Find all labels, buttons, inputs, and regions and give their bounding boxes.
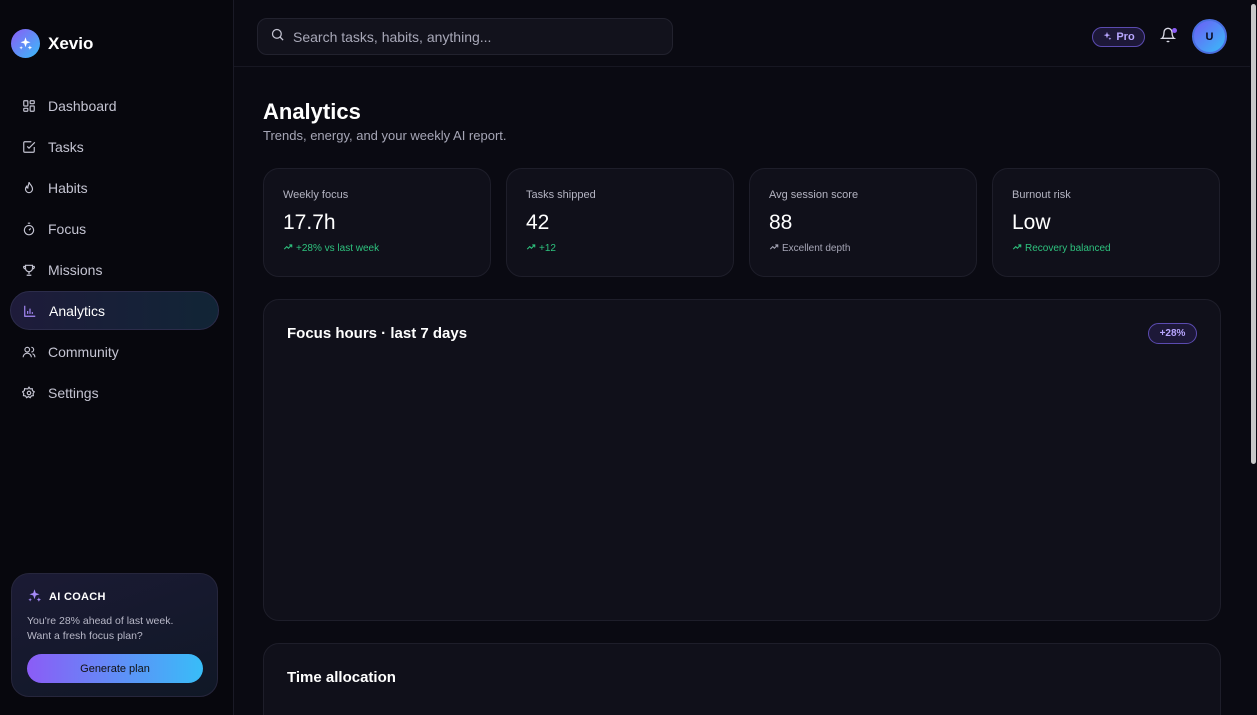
ai-coach-title: AI COACH	[49, 591, 106, 603]
stat-card-weekly-focus: Weekly focus 17.7h +28% vs last week	[263, 168, 491, 277]
flame-icon	[22, 181, 36, 195]
stat-label: Tasks shipped	[526, 189, 596, 201]
stat-card-burnout-risk: Burnout risk Low Recovery balanced	[992, 168, 1220, 277]
sidebar-item-analytics[interactable]: Analytics	[10, 291, 219, 330]
stat-card-avg-session-score: Avg session score 88 Excellent depth	[749, 168, 977, 277]
focus-hours-panel: Focus hours · last 7 days +28%	[263, 299, 1221, 621]
ai-coach-message: You're 28% ahead of last week. Want a fr…	[27, 615, 174, 642]
sidebar-nav: Dashboard Tasks Habits Focus Missions An…	[10, 86, 219, 414]
stat-delta: Excellent depth	[769, 242, 957, 255]
timer-icon	[22, 222, 36, 236]
sidebar-item-habits[interactable]: Habits	[10, 168, 219, 207]
stat-value: 17.7h	[283, 211, 336, 234]
trend-up-icon	[769, 242, 779, 255]
stat-delta-text: +28% vs last week	[296, 243, 380, 254]
stat-value: 88	[769, 211, 793, 234]
time-allocation-panel: Time allocation	[263, 643, 1221, 715]
stat-delta: +28% vs last week	[283, 242, 471, 255]
topbar: Pro U	[234, 7, 1250, 67]
gear-icon	[22, 385, 36, 400]
ai-coach-header: AI COACH	[27, 588, 202, 606]
search-bar[interactable]	[257, 18, 673, 55]
trend-up-icon	[283, 242, 293, 255]
trophy-icon	[22, 263, 36, 277]
pro-label: Pro	[1116, 31, 1135, 43]
sidebar-item-label: Habits	[48, 179, 88, 196]
panel-title: Time allocation	[287, 669, 396, 686]
page-title: Analytics	[263, 99, 361, 124]
stat-value: 42	[526, 211, 550, 234]
sidebar-item-label: Analytics	[49, 302, 106, 319]
page-subtitle: Trends, energy, and your weekly AI repor…	[263, 128, 507, 143]
trend-up-icon	[526, 242, 536, 255]
trend-up-icon	[1012, 242, 1022, 255]
sidebar-item-label: Dashboard	[48, 97, 117, 114]
sparkle-icon	[27, 588, 42, 606]
stat-delta: +12	[526, 242, 714, 255]
sidebar-item-settings[interactable]: Settings	[10, 373, 219, 412]
grid-icon	[22, 99, 36, 113]
sidebar-item-label: Settings	[48, 384, 99, 401]
stat-delta-text: Excellent depth	[782, 243, 851, 254]
users-icon	[22, 345, 36, 359]
avatar[interactable]: U	[1192, 19, 1227, 54]
stat-delta-text: +12	[539, 243, 556, 254]
brand-name: Xevio	[48, 33, 94, 53]
stat-value: Low	[1012, 211, 1051, 234]
sidebar-item-label: Community	[48, 343, 119, 360]
sidebar-item-missions[interactable]: Missions	[10, 250, 219, 289]
sidebar-item-community[interactable]: Community	[10, 332, 219, 371]
pro-badge[interactable]: Pro	[1092, 27, 1145, 47]
sidebar-item-dashboard[interactable]: Dashboard	[10, 86, 219, 125]
sidebar-item-label: Missions	[48, 261, 103, 278]
stat-delta: Recovery balanced	[1012, 242, 1200, 255]
notification-dot	[1172, 28, 1177, 33]
bar-chart-icon	[23, 304, 37, 318]
notifications-button[interactable]	[1159, 27, 1178, 45]
stat-card-tasks-shipped: Tasks shipped 42 +12	[506, 168, 734, 277]
generate-plan-button[interactable]: Generate plan	[27, 654, 203, 683]
sparkle-icon	[1102, 31, 1112, 44]
sidebar: Xevio Dashboard Tasks Habits Focus Missi…	[0, 0, 234, 715]
stat-label: Avg session score	[769, 189, 859, 201]
sparkle-icon	[11, 29, 40, 58]
page-scrollbar[interactable]	[1251, 4, 1256, 464]
ai-coach-card: AI COACH You're 28% ahead of last week. …	[11, 573, 218, 697]
sidebar-item-label: Focus	[48, 220, 87, 237]
stat-label: Weekly focus	[283, 189, 349, 201]
sidebar-item-focus[interactable]: Focus	[10, 209, 219, 248]
brand[interactable]: Xevio	[11, 29, 93, 58]
sidebar-item-tasks[interactable]: Tasks	[10, 127, 219, 166]
search-icon	[270, 27, 285, 47]
trend-badge: +28%	[1148, 323, 1197, 344]
checkbox-icon	[22, 140, 36, 154]
search-input[interactable]	[293, 28, 653, 45]
stat-delta-text: Recovery balanced	[1025, 243, 1111, 254]
panel-title: Focus hours · last 7 days	[287, 325, 468, 342]
stat-label: Burnout risk	[1012, 189, 1071, 201]
sidebar-item-label: Tasks	[48, 138, 84, 155]
